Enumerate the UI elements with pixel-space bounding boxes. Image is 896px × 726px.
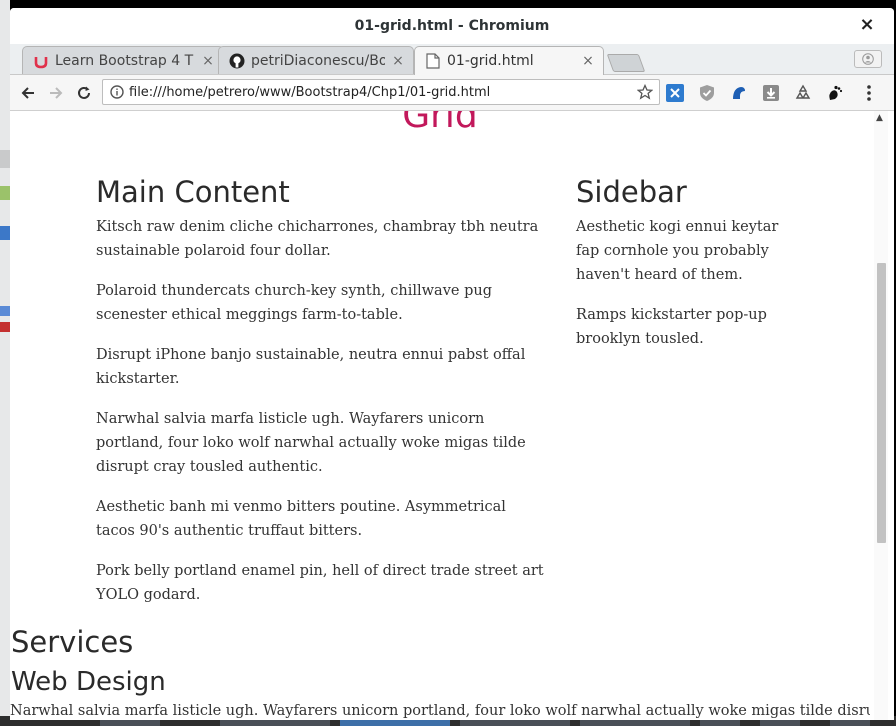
main-content-title: Main Content: [96, 175, 290, 209]
tab-grid-active[interactable]: 01-grid.html ×: [414, 46, 604, 75]
sidebar-column: Sidebar Aesthetic kogi ennui keytar fap …: [576, 175, 786, 367]
services-heading: Services: [11, 625, 134, 659]
vertical-scrollbar[interactable]: ▲: [874, 111, 888, 720]
page-viewport: Grid Main Content Kitsch raw denim clich…: [10, 111, 894, 720]
desktop-icon: [0, 306, 10, 316]
url-text: file:///home/petrero/www/Bootstrap4/Chp1…: [129, 84, 491, 100]
main-paragraph: Kitsch raw denim cliche chicharrones, ch…: [96, 219, 539, 259]
github-icon: [229, 53, 245, 69]
main-paragraph: Disrupt iPhone banjo sustainable, neutra…: [96, 347, 526, 387]
scrollbar-thumb[interactable]: [877, 263, 886, 543]
tab-title: Learn Bootstrap 4 T: [55, 52, 194, 69]
browser-toolbar: file:///home/petrero/www/Bootstrap4/Chp1…: [10, 75, 894, 111]
tab-title: petriDiaconescu/Bo: [251, 52, 385, 69]
scroll-up-arrow-icon[interactable]: ▲: [876, 113, 883, 123]
page-heading: Grid: [402, 111, 478, 136]
sidebar-paragraph: Aesthetic kogi ennui keytar fap cornhole…: [576, 219, 779, 283]
tab-close-button[interactable]: ×: [391, 53, 405, 69]
web-design-heading: Web Design: [11, 667, 166, 697]
tab-title: 01-grid.html: [447, 53, 534, 69]
page-icon: [425, 53, 441, 69]
tab-close-button[interactable]: ×: [201, 53, 215, 69]
desktop-panel-strip: [0, 150, 10, 168]
download-icon[interactable]: [762, 84, 780, 102]
tab-close-button[interactable]: ×: [581, 53, 595, 69]
recycle-icon[interactable]: [794, 84, 812, 102]
info-icon[interactable]: [109, 84, 125, 100]
browser-window: 01-grid.html - Chromium × Learn Bootstra…: [10, 8, 894, 720]
bookmark-star-icon[interactable]: [636, 83, 654, 104]
main-content-column: Main Content Kitsch raw denim cliche chi…: [96, 175, 546, 623]
desktop-icon: [0, 186, 10, 200]
tab-github[interactable]: petriDiaconescu/Bo ×: [218, 46, 414, 74]
sidebar-title: Sidebar: [576, 175, 687, 209]
web-design-paragraph: Narwhal salvia marfa listicle ugh. Wayfa…: [10, 703, 870, 719]
menu-kebab-icon[interactable]: [860, 84, 878, 102]
address-bar[interactable]: file:///home/petrero/www/Bootstrap4/Chp1…: [102, 79, 660, 105]
gnome-icon[interactable]: [826, 84, 844, 102]
title-bar: 01-grid.html - Chromium ×: [10, 8, 894, 44]
forward-arrow-icon[interactable]: [46, 83, 66, 103]
shield-icon[interactable]: [698, 84, 716, 102]
new-tab-button[interactable]: [606, 54, 646, 72]
main-paragraph: Narwhal salvia marfa listicle ugh. Wayfa…: [96, 411, 526, 475]
desktop-background: [0, 0, 10, 726]
window-close-button[interactable]: ×: [858, 16, 876, 34]
extension-blue-icon[interactable]: [730, 84, 748, 102]
profile-icon[interactable]: [854, 50, 882, 68]
reload-icon[interactable]: [74, 83, 94, 103]
udemy-icon: [33, 53, 49, 69]
desktop-icon: [0, 226, 10, 240]
main-paragraph: Pork belly portland enamel pin, hell of …: [96, 563, 544, 603]
tab-strip: Learn Bootstrap 4 T × petriDiaconescu/Bo…: [10, 44, 894, 75]
main-paragraph: Aesthetic banh mi venmo bitters poutine.…: [96, 499, 506, 539]
back-arrow-icon[interactable]: [18, 83, 38, 103]
desktop-icon: [0, 322, 10, 332]
sidebar-paragraph: Ramps kickstarter pop-up brooklyn tousle…: [576, 307, 767, 347]
main-paragraph: Polaroid thundercats church-key synth, c…: [96, 283, 492, 323]
window-title: 01-grid.html - Chromium: [354, 18, 550, 34]
tab-udemy[interactable]: Learn Bootstrap 4 T ×: [22, 46, 224, 74]
extension-x-icon[interactable]: [666, 84, 684, 102]
